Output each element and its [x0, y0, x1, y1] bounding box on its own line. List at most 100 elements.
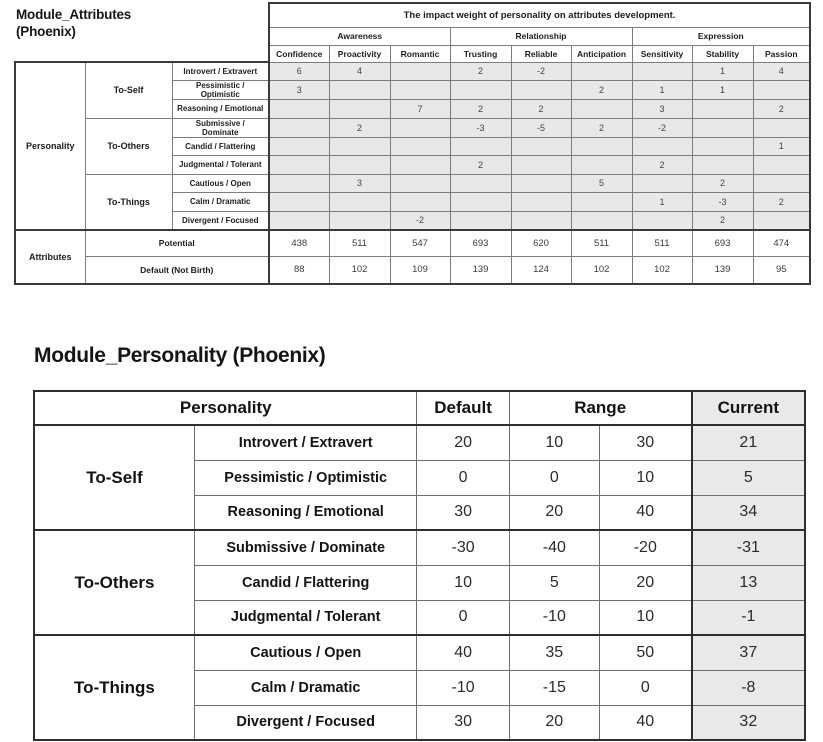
weight-cell — [389, 80, 451, 100]
weight-cell — [752, 210, 812, 230]
subgroup-label-to-things: To-Things — [84, 173, 173, 230]
weight-cell — [691, 99, 754, 119]
weight-cell: 2 — [691, 210, 754, 230]
range-min-value: -40 — [508, 529, 600, 566]
range-max-value: 20 — [598, 564, 693, 601]
weight-cell: 3 — [328, 173, 391, 193]
weight-cell — [268, 155, 330, 175]
weight-cell — [268, 173, 330, 193]
column-header-anticipation: Anticipation — [570, 44, 633, 63]
current-value: -1 — [690, 599, 806, 636]
range-min-value: 20 — [508, 494, 600, 531]
weight-cell: 5 — [570, 173, 633, 193]
weight-cell: 2 — [449, 155, 512, 175]
weight-cell: -2 — [510, 61, 572, 81]
range-min-value: 20 — [508, 704, 600, 741]
weight-cell: -2 — [389, 210, 451, 230]
weight-cell: 1 — [631, 192, 693, 212]
trait-label: Candid / Flattering — [193, 564, 418, 601]
range-min-value: 5 — [508, 564, 600, 601]
attributes-default-row: Default (Not Birth) 88 102 109 139 124 1… — [15, 256, 812, 285]
weight-cell — [268, 99, 330, 119]
personality-header-row: Personality Default Range Current — [33, 390, 806, 426]
personality-module-title: Module_Personality (Phoenix) — [34, 344, 326, 367]
group-label-to-things: To-Things — [33, 634, 195, 741]
trait-label-pessimistic-optimistic: Pessimistic / Optimistic — [171, 80, 270, 100]
trait-label: Calm / Dramatic — [193, 669, 418, 706]
header-personality: Personality — [33, 390, 418, 426]
attribute-value: 511 — [631, 228, 693, 257]
weight-cell: -2 — [631, 117, 693, 138]
weight-cell — [510, 210, 572, 230]
default-value: 20 — [416, 424, 510, 461]
trait-label: Divergent / Focused — [193, 704, 418, 741]
attribute-value: 139 — [449, 256, 512, 285]
column-header-stability: Stability — [691, 44, 754, 63]
weight-cell: 4 — [328, 61, 391, 81]
weight-cell: 2 — [752, 192, 812, 212]
header-default: Default — [416, 390, 510, 426]
trait-label-divergent-focused: Divergent / Focused — [171, 210, 270, 230]
current-value: 32 — [690, 704, 806, 741]
weight-cell — [389, 173, 451, 193]
attributes-potential-row: Attributes Potential 438 511 547 693 620… — [14, 228, 812, 285]
trait-label-reasoning-emotional: Reasoning / Emotional — [171, 99, 270, 119]
weight-cell — [389, 136, 451, 156]
header-range: Range — [508, 390, 693, 426]
weight-cell — [510, 173, 572, 193]
default-value: 0 — [416, 599, 510, 636]
default-value: 30 — [416, 704, 510, 741]
attribute-value: 124 — [510, 256, 572, 285]
group-header-awareness: Awareness — [268, 26, 451, 46]
range-min-value: -10 — [508, 599, 600, 636]
attribute-value: 109 — [389, 256, 451, 285]
attribute-value: 95 — [752, 256, 812, 285]
group-label-to-self: To-Self — [33, 424, 195, 531]
weight-cell — [752, 80, 812, 100]
attribute-value: 511 — [570, 228, 633, 257]
personality-row: To-Others Submissive / Dominate -30 -40 … — [33, 529, 806, 636]
weight-cell — [570, 61, 633, 81]
column-header-proactivity: Proactivity — [328, 44, 391, 63]
default-value: 0 — [416, 459, 510, 496]
weight-cell — [631, 210, 693, 230]
weight-cell — [691, 136, 754, 156]
weight-cell: 2 — [510, 99, 572, 119]
weight-cell — [631, 136, 693, 156]
attribute-row-label-default: Default (Not Birth) — [84, 256, 270, 285]
weight-cell — [510, 192, 572, 212]
weight-cell: 2 — [449, 99, 512, 119]
weight-cell: 2 — [691, 173, 754, 193]
matrix-row: To-Things Cautious / Open 3 5 2 — [15, 173, 812, 230]
weight-cell — [328, 136, 391, 156]
weight-cell: 6 — [268, 61, 330, 81]
attribute-value: 102 — [570, 256, 633, 285]
weight-cell — [752, 173, 812, 193]
column-header-sensitivity: Sensitivity — [631, 44, 693, 63]
weight-cell — [510, 80, 572, 100]
weight-cell: 1 — [631, 80, 693, 100]
range-max-value: -20 — [598, 529, 693, 566]
current-value: -31 — [690, 529, 806, 566]
trait-label-judgmental-tolerant: Judgmental / Tolerant — [171, 155, 270, 175]
weight-cell — [389, 155, 451, 175]
attribute-value: 102 — [328, 256, 391, 285]
weight-cell — [691, 117, 754, 138]
range-max-value: 10 — [598, 459, 693, 496]
weight-cell: 1 — [691, 61, 754, 81]
weight-cell: 2 — [631, 155, 693, 175]
weight-cell — [449, 173, 512, 193]
range-min-value: 0 — [508, 459, 600, 496]
column-header-reliable: Reliable — [510, 44, 572, 63]
weight-cell — [268, 192, 330, 212]
weight-cell: -3 — [691, 192, 754, 212]
weight-cell — [752, 117, 812, 138]
matrix-row: To-Others Submissive / Dominate 2 -3 -5 … — [15, 117, 812, 175]
weight-cell — [510, 136, 572, 156]
weight-cell: 3 — [268, 80, 330, 100]
section-label-personality: Personality — [14, 61, 86, 230]
trait-label: Reasoning / Emotional — [193, 494, 418, 531]
attribute-value: 693 — [691, 228, 754, 257]
weight-cell — [510, 155, 572, 175]
weight-cell: 2 — [570, 80, 633, 100]
